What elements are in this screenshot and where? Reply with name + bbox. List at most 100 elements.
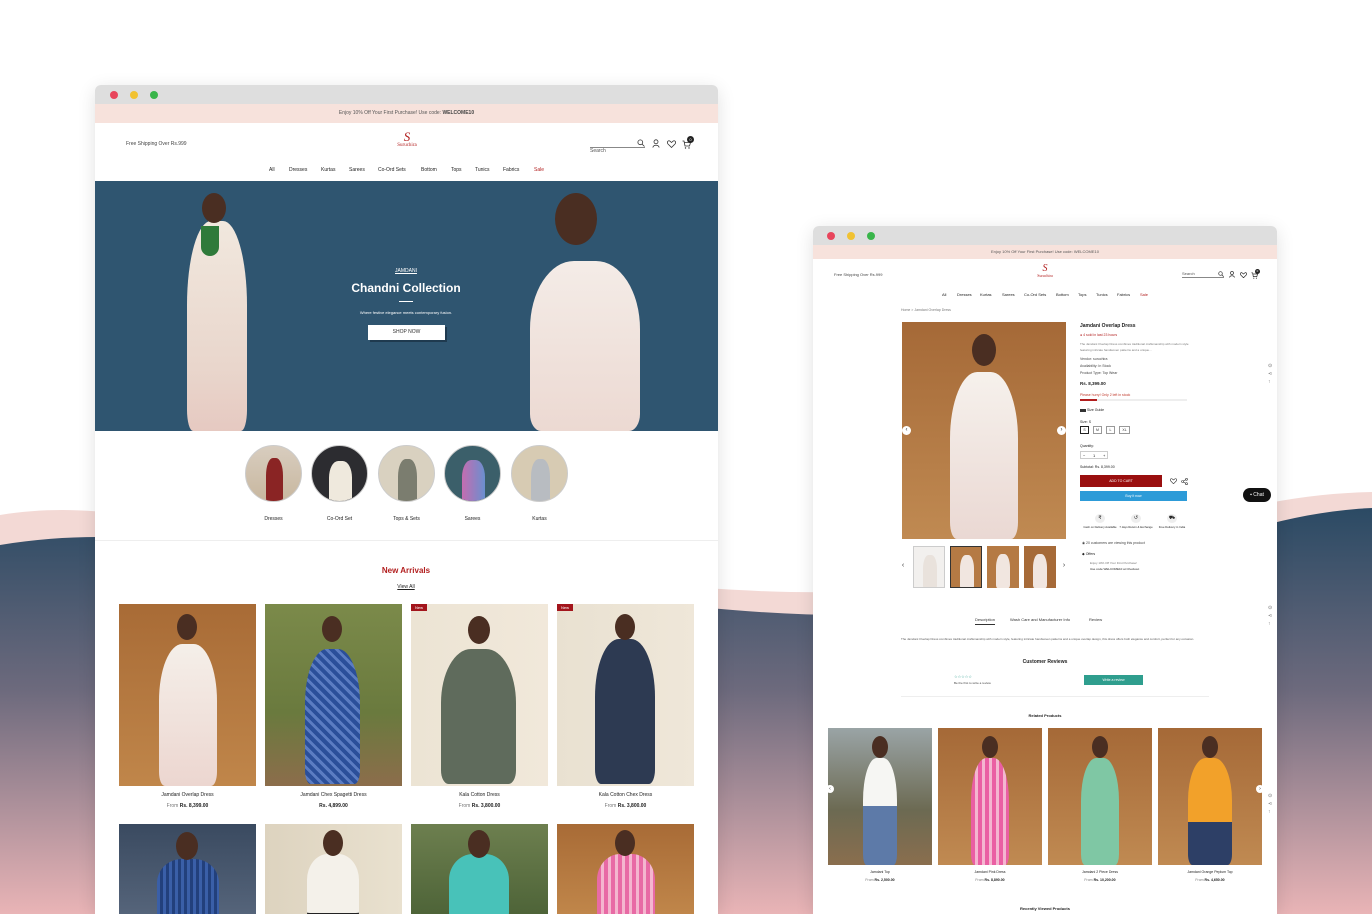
nav-item-dresses[interactable]: Dresses bbox=[289, 167, 307, 173]
share-icon[interactable]: ⋖ bbox=[1268, 370, 1276, 378]
nav-item-sale[interactable]: Sale bbox=[534, 167, 544, 173]
search-icon[interactable] bbox=[1218, 271, 1224, 277]
thumbnail-image[interactable] bbox=[913, 546, 945, 588]
add-to-cart-button[interactable]: ADD TO CART bbox=[1080, 475, 1162, 487]
nav-item-bottom[interactable]: Bottom bbox=[1056, 292, 1069, 297]
nav-item-sale[interactable]: Sale bbox=[1140, 292, 1148, 297]
image-next-arrow-icon[interactable]: › bbox=[1057, 426, 1066, 435]
nav-item-tunics[interactable]: Tunics bbox=[1096, 292, 1108, 297]
share-icon[interactable]: ⋖ bbox=[1268, 612, 1276, 620]
thumbnail-image[interactable] bbox=[987, 546, 1019, 588]
related-prev-arrow-icon[interactable]: ‹ bbox=[826, 785, 834, 793]
wishlist-icon[interactable] bbox=[1240, 272, 1247, 278]
nav-item-sarees[interactable]: Sarees bbox=[1002, 292, 1015, 297]
product-image[interactable] bbox=[119, 604, 256, 786]
compare-icon[interactable]: ⊙ bbox=[1268, 792, 1276, 800]
nav-item-co-ord-sets[interactable]: Co-Ord Sets bbox=[1024, 292, 1046, 297]
search-input[interactable]: Search bbox=[1182, 271, 1224, 278]
thumbnail-image[interactable] bbox=[950, 546, 982, 588]
account-icon[interactable] bbox=[1229, 271, 1235, 278]
related-product-name[interactable]: Jamdani Orange Peplum Top bbox=[1158, 870, 1262, 874]
nav-item-dresses[interactable]: Dresses bbox=[957, 292, 972, 297]
tab-description[interactable]: Description bbox=[975, 617, 996, 625]
close-dot-icon[interactable] bbox=[827, 232, 835, 240]
size-option-m[interactable]: M bbox=[1093, 426, 1102, 434]
write-review-button[interactable]: Write a review bbox=[1084, 675, 1143, 685]
account-icon[interactable] bbox=[652, 139, 660, 148]
related-product-image[interactable] bbox=[1158, 728, 1262, 865]
compare-icon[interactable]: ⊙ bbox=[1268, 362, 1276, 370]
search-icon[interactable] bbox=[637, 139, 645, 147]
category-label-kurtas[interactable]: Kurtas bbox=[509, 516, 570, 522]
related-product-name[interactable]: Jamdani Top bbox=[828, 870, 932, 874]
nav-item-fabrics[interactable]: Fabrics bbox=[503, 167, 519, 173]
store-logo[interactable]: S Suruchira bbox=[1028, 264, 1062, 279]
wishlist-icon[interactable] bbox=[1170, 478, 1177, 484]
category-label-tops-sets[interactable]: Tops & Sets bbox=[376, 516, 437, 522]
product-image[interactable] bbox=[411, 604, 548, 786]
nav-item-all[interactable]: All bbox=[942, 292, 946, 297]
thumbnail-image[interactable] bbox=[1024, 546, 1056, 588]
tab-review[interactable]: Review bbox=[1089, 617, 1102, 622]
buy-now-button[interactable]: Buy it now bbox=[1080, 491, 1187, 501]
product-image[interactable] bbox=[119, 824, 256, 914]
product-main-image[interactable] bbox=[902, 322, 1066, 539]
breadcrumb[interactable]: Home > Jamdani Overlap Dress bbox=[901, 308, 951, 312]
nav-item-kurtas[interactable]: Kurtas bbox=[321, 167, 335, 173]
category-label-dresses[interactable]: Dresses bbox=[243, 516, 304, 522]
category-label-sarees[interactable]: Sarees bbox=[442, 516, 503, 522]
thumbs-next-arrow-icon[interactable]: › bbox=[1061, 562, 1067, 569]
quantity-stepper[interactable]: − 1 + bbox=[1080, 451, 1108, 459]
category-image-kurtas[interactable] bbox=[511, 445, 568, 502]
size-option-xl[interactable]: XL bbox=[1119, 426, 1130, 434]
maximize-dot-icon[interactable] bbox=[150, 91, 158, 99]
quantity-decrease-button[interactable]: − bbox=[1083, 452, 1085, 459]
related-product-image[interactable] bbox=[938, 728, 1042, 865]
nav-item-kurtas[interactable]: Kurtas bbox=[980, 292, 992, 297]
size-option-s[interactable]: S bbox=[1080, 426, 1089, 434]
related-next-arrow-icon[interactable]: › bbox=[1256, 785, 1264, 793]
compare-icon[interactable]: ⊙ bbox=[1268, 604, 1276, 612]
size-option-l[interactable]: L bbox=[1106, 426, 1115, 434]
category-image-sarees[interactable] bbox=[444, 445, 501, 502]
nav-item-tunics[interactable]: Tunics bbox=[475, 167, 490, 173]
quantity-increase-button[interactable]: + bbox=[1103, 452, 1105, 459]
product-image[interactable] bbox=[265, 824, 402, 914]
product-name[interactable]: Jamdani Overlap Dress bbox=[119, 792, 256, 798]
nav-item-all[interactable]: All bbox=[269, 167, 275, 173]
nav-item-tops[interactable]: Tops bbox=[1078, 292, 1086, 297]
product-image[interactable] bbox=[265, 604, 402, 786]
close-dot-icon[interactable] bbox=[110, 91, 118, 99]
view-all-link[interactable]: View All bbox=[376, 584, 436, 590]
nav-item-fabrics[interactable]: Fabrics bbox=[1117, 292, 1130, 297]
product-name[interactable]: Kala Cotton Dress bbox=[411, 792, 548, 798]
chat-button[interactable]: ▪ Chat bbox=[1243, 488, 1271, 502]
store-logo[interactable]: S Suruchira bbox=[385, 130, 429, 148]
product-name[interactable]: Jamdani Chex Spagetti Dress bbox=[265, 792, 402, 798]
share-icon[interactable]: ⋖ bbox=[1268, 800, 1276, 808]
shop-now-button[interactable]: SHOP NOW bbox=[368, 325, 445, 340]
nav-item-sarees[interactable]: Sarees bbox=[349, 167, 365, 173]
product-image[interactable] bbox=[411, 824, 548, 914]
nav-item-co-ord-sets[interactable]: Co-Ord Sets bbox=[378, 167, 406, 173]
related-product-image[interactable] bbox=[1048, 728, 1152, 865]
image-prev-arrow-icon[interactable]: ‹ bbox=[902, 426, 911, 435]
search-input[interactable]: Search bbox=[590, 139, 645, 154]
category-label-co-ord-set[interactable]: Co-Ord Set bbox=[309, 516, 370, 522]
nav-item-tops[interactable]: Tops bbox=[451, 167, 462, 173]
wishlist-icon[interactable] bbox=[667, 140, 676, 148]
nav-item-bottom[interactable]: Bottom bbox=[421, 167, 437, 173]
category-image-tops-sets[interactable] bbox=[378, 445, 435, 502]
quantity-value[interactable]: 1 bbox=[1093, 452, 1095, 459]
related-product-name[interactable]: Jamdani Pink Dress bbox=[938, 870, 1042, 874]
size-guide-link[interactable]: Size Guide bbox=[1080, 408, 1104, 412]
related-product-image[interactable] bbox=[828, 728, 932, 865]
back-to-top-icon[interactable]: ↑ bbox=[1268, 808, 1276, 816]
back-to-top-icon[interactable]: ↑ bbox=[1268, 378, 1276, 386]
category-image-co-ord-set[interactable] bbox=[311, 445, 368, 502]
product-name[interactable]: Kala Cotton Chex Dress bbox=[557, 792, 694, 798]
category-image-dresses[interactable] bbox=[245, 445, 302, 502]
product-image[interactable] bbox=[557, 824, 694, 914]
minimize-dot-icon[interactable] bbox=[847, 232, 855, 240]
minimize-dot-icon[interactable] bbox=[130, 91, 138, 99]
